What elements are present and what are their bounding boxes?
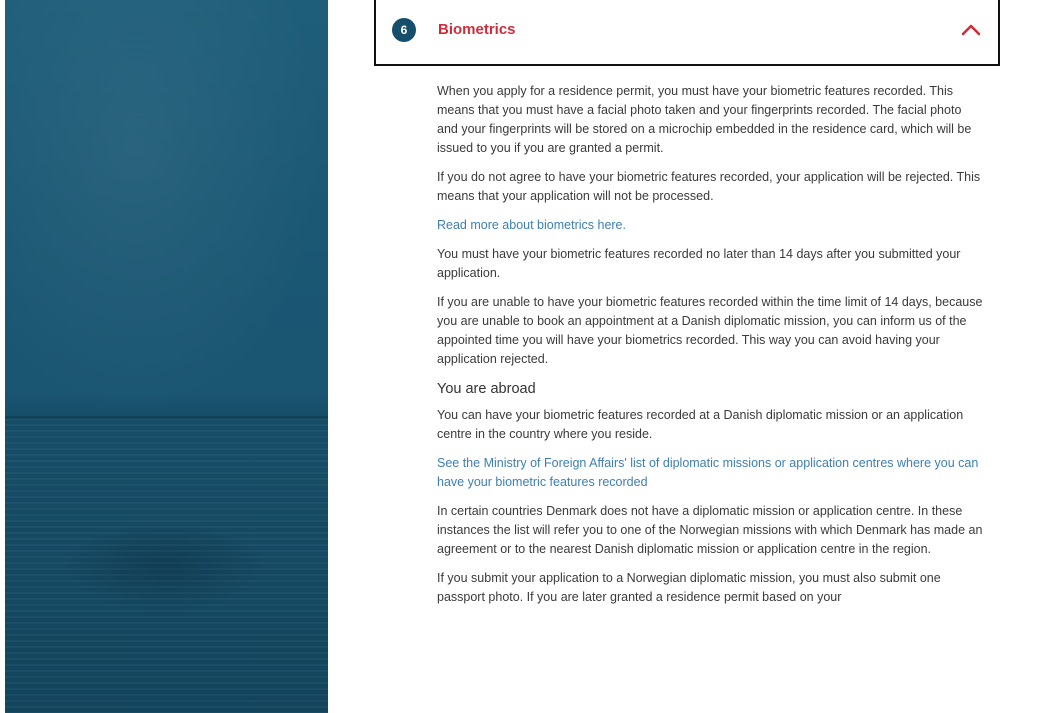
section-title[interactable]: Biometrics (438, 20, 516, 40)
step-number-badge: 6 (392, 18, 416, 42)
sky-haze (5, 0, 328, 420)
sea-shadow (65, 520, 265, 610)
diplomatic-missions-list-link[interactable]: See the Ministry of Foreign Affairs' lis… (437, 454, 985, 492)
page: 6 Biometrics When you apply for a reside… (0, 0, 1058, 713)
paragraph-abroad: You can have your biometric features rec… (437, 408, 964, 441)
paragraph-rejection: If you do not agree to have your biometr… (437, 170, 981, 203)
accordion-content: When you apply for a residence permit, y… (437, 82, 985, 617)
paragraph-passport-photo: If you submit your application to a Norw… (437, 571, 941, 604)
paragraph-norwegian-missions: In certain countries Denmark does not ha… (437, 504, 983, 556)
heading-you-are-abroad: You are abroad (437, 381, 536, 397)
sea-background-image (5, 0, 328, 713)
paragraph-appointment: If you are unable to have your biometric… (437, 295, 983, 366)
paragraph-time-limit: You must have your biometric features re… (437, 247, 961, 280)
biometrics-accordion-header[interactable]: 6 Biometrics (374, 0, 1000, 66)
read-more-biometrics-link[interactable]: Read more about biometrics here. (437, 216, 985, 235)
paragraph-intro: When you apply for a residence permit, y… (437, 84, 972, 155)
chevron-up-icon[interactable] (958, 18, 984, 42)
